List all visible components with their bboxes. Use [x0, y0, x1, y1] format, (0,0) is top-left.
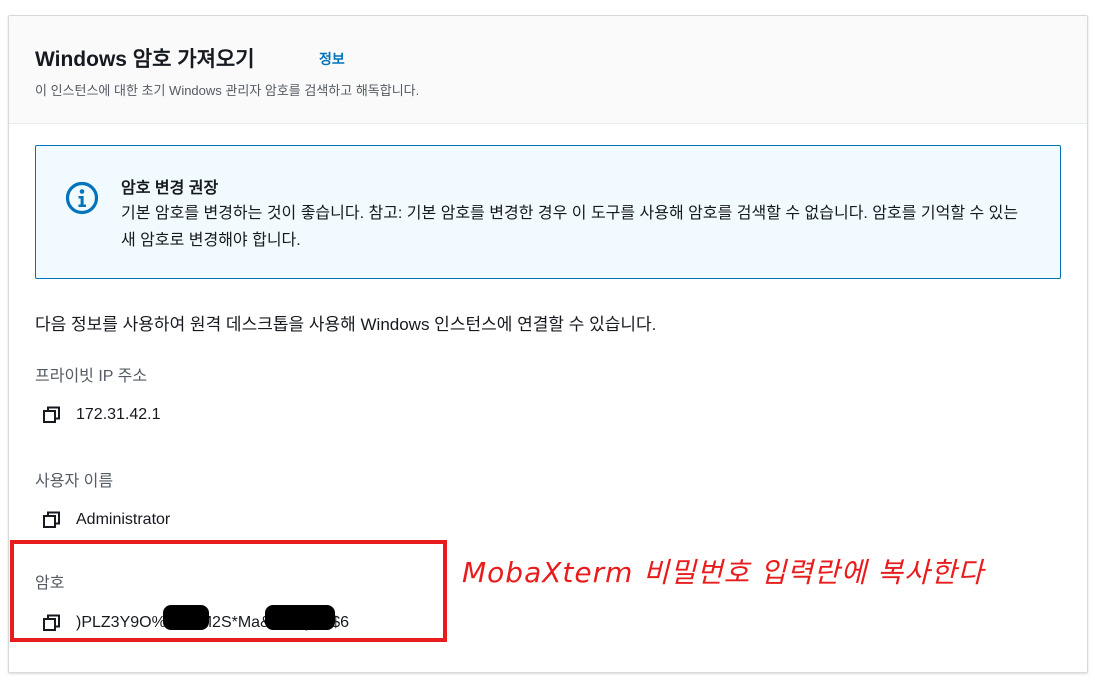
password-change-alert: 암호 변경 권장 기본 암호를 변경하는 것이 좋습니다. 참고: 기본 암호를… — [35, 145, 1061, 279]
username-label: 사용자 이름 — [35, 473, 114, 490]
username-value-row: Administrator — [42, 509, 170, 531]
panel-header: Windows 암호 가져오기 정보 이 인스턴스에 대한 초기 Windows… — [9, 16, 1087, 124]
info-circle-icon — [65, 181, 99, 215]
copy-icon[interactable] — [42, 405, 62, 425]
handwritten-annotation: MobaXterm 비밀번호 입력란에 복사한다 — [462, 556, 985, 589]
alert-body: 기본 암호를 변경하는 것이 좋습니다. 참고: 기본 암호를 변경한 경우 이… — [121, 205, 1019, 249]
private-ip-value-row: 172.31.42.1 — [42, 404, 161, 426]
alert-title: 암호 변경 권장 — [121, 180, 219, 197]
info-link[interactable]: 정보 — [319, 49, 345, 69]
private-ip-value: 172.31.42.1 — [76, 406, 161, 423]
connection-intro-text: 다음 정보를 사용하여 원격 데스크톱을 사용해 Windows 인스턴스에 연… — [35, 315, 657, 334]
page-title: Windows 암호 가져오기 — [35, 48, 255, 71]
private-ip-label: 프라이빗 IP 주소 — [35, 368, 148, 385]
copy-icon[interactable] — [42, 510, 62, 530]
password-highlight-box — [10, 540, 447, 642]
page-subtitle: 이 인스턴스에 대한 초기 Windows 관리자 암호를 검색하고 해독합니다… — [35, 83, 420, 98]
username-value: Administrator — [76, 511, 171, 528]
